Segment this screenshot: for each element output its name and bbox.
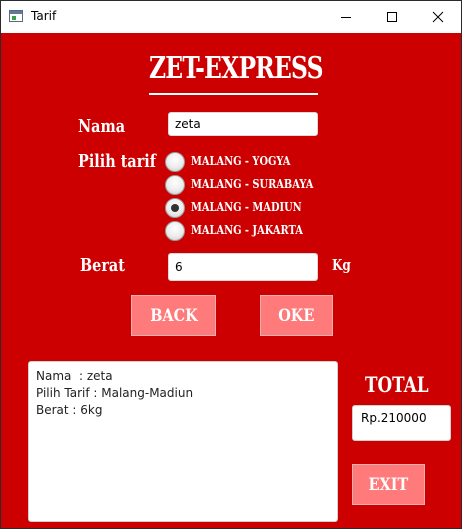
maximize-icon: [387, 12, 397, 22]
back-button-label: BACK: [149, 305, 198, 326]
output-textarea[interactable]: Nama : zeta Pilih Tarif : Malang-Madiun …: [28, 361, 338, 522]
window-title: Tarif: [31, 9, 57, 23]
output-line-name: Nama : zeta: [36, 369, 113, 383]
weight-unit: Kg: [332, 256, 351, 274]
name-input[interactable]: [168, 112, 318, 136]
title-bar[interactable]: Tarif: [1, 1, 461, 33]
maximize-button[interactable]: [369, 1, 415, 33]
radio-malang-surabaya[interactable]: [165, 175, 185, 195]
app-icon: [9, 10, 23, 22]
radio-label-malang-jakarta: MALANG - JAKARTA: [191, 223, 303, 237]
radio-malang-madiun[interactable]: [165, 198, 185, 218]
exit-button[interactable]: EXIT: [352, 464, 425, 505]
name-label: Nama: [78, 116, 126, 137]
radio-selected-dot: [171, 204, 179, 212]
close-icon: [432, 11, 444, 23]
output-line-weight: Berat : 6kg: [36, 403, 103, 417]
ok-button[interactable]: OKE: [260, 295, 333, 336]
weight-label: Berat: [80, 255, 125, 276]
close-button[interactable]: [415, 1, 461, 33]
tarif-window: Tarif ZET-EXPRESS Nama Pilih tarif MALAN…: [0, 0, 462, 529]
ok-button-label: OKE: [278, 305, 315, 326]
radio-label-malang-madiun: MALANG - MADIUN: [191, 200, 302, 214]
exit-button-label: EXIT: [368, 474, 409, 495]
total-label: TOTAL: [365, 372, 429, 397]
title-underline: [149, 93, 318, 95]
total-value: Rp.210000: [361, 411, 427, 425]
output-line-tariff: Pilih Tarif : Malang-Madiun: [36, 386, 194, 400]
radio-malang-yogya[interactable]: [165, 152, 185, 172]
back-button[interactable]: BACK: [131, 295, 216, 336]
radio-malang-jakarta[interactable]: [165, 221, 185, 241]
minimize-button[interactable]: [323, 1, 369, 33]
weight-input[interactable]: [168, 253, 318, 281]
page-title: ZET-EXPRESS: [149, 51, 324, 86]
radio-label-malang-surabaya: MALANG - SURABAYA: [191, 177, 314, 191]
total-field[interactable]: Rp.210000: [352, 405, 451, 441]
tariff-label: Pilih tarif: [78, 151, 156, 172]
radio-label-malang-yogya: MALANG - YOGYA: [191, 154, 291, 168]
minimize-icon: [341, 17, 351, 18]
